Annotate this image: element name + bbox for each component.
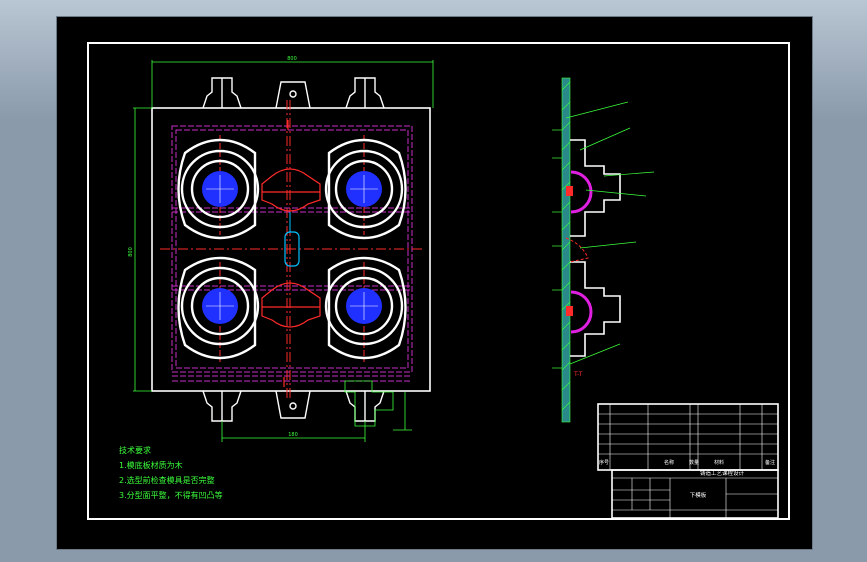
- dimension-lines: [133, 60, 434, 442]
- bottom-lugs: [202, 390, 385, 422]
- col-header-1: 序号: [599, 459, 609, 466]
- ticks-left: [552, 129, 562, 369]
- core-prints: [202, 171, 382, 324]
- title-text: 铸造工艺课程设计: [700, 469, 745, 477]
- dim-top-width: 800: [287, 56, 297, 62]
- leader-lines: [565, 101, 655, 365]
- section-cavity-upper: [570, 139, 621, 237]
- section-view: [552, 77, 655, 423]
- plan-view: [133, 60, 434, 442]
- handle-bottom: [275, 390, 311, 419]
- notes-heading: 技术要求: [119, 446, 151, 455]
- col-header-3: 数量: [689, 459, 699, 466]
- section-plate: [561, 77, 571, 423]
- cad-viewport[interactable]: 800 800 180 T-T 铸造工艺课程设计 下模板 序号 名称 数量 材料…: [0, 0, 867, 562]
- handle-top: [275, 81, 311, 109]
- section-core-arcs: [570, 170, 593, 334]
- gating-runners: [261, 168, 321, 328]
- col-header-4: 材料: [714, 459, 724, 466]
- note-item-1: 1.模底板材质为木: [119, 461, 183, 470]
- top-lugs: [202, 77, 385, 109]
- drawing-frame: [87, 42, 790, 520]
- col-header-5: 备注: [765, 459, 775, 466]
- section-cavity-lower: [570, 261, 621, 357]
- dim-bottom-width: 180: [288, 432, 298, 438]
- dim-left-height: 800: [128, 247, 134, 257]
- drawing-name: 下模板: [690, 491, 707, 499]
- col-header-2: 名称: [664, 459, 674, 466]
- section-label: T-T: [573, 371, 583, 378]
- note-item-2: 2.选型前检查模具是否完整: [119, 476, 215, 485]
- note-item-3: 3.分型面平整，不得有凹凸等: [119, 491, 223, 500]
